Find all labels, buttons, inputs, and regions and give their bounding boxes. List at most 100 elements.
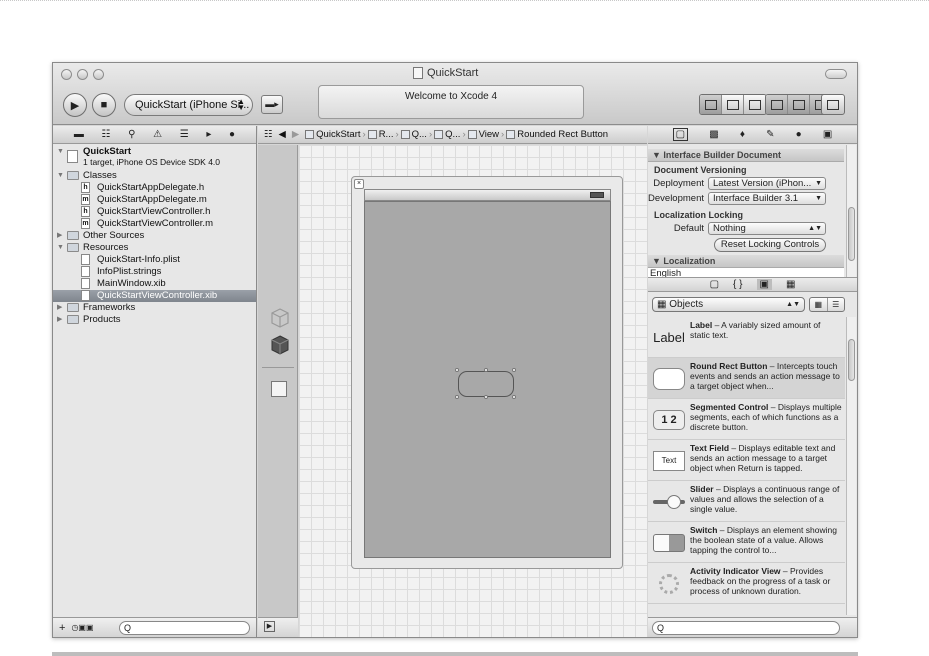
resize-handle[interactable] [512,368,516,372]
localization-section[interactable]: ▼ Localization [648,255,844,268]
inspector-scroll-thumb[interactable] [848,207,855,261]
list-view-button[interactable]: ☰ [828,298,845,311]
file-templates-icon[interactable]: ▢ [710,279,719,290]
identity-inspector-icon[interactable]: ♦ [740,129,745,140]
resize-handle[interactable] [512,395,516,399]
library-item[interactable]: 1 2 Segmented Control – Displays multiple… [648,399,845,440]
view-object-icon[interactable] [271,381,287,397]
file-row[interactable]: QuickStart-Info.plist [53,254,256,266]
library-item[interactable]: Switch – Displays an element showing the… [648,522,845,563]
file-row[interactable]: m QuickStartViewController.m [53,218,256,230]
toolbar-toggle-button[interactable] [825,69,847,79]
library-scrollbar[interactable] [846,317,856,615]
add-file-button[interactable]: + [59,622,65,634]
back-arrow-icon[interactable]: ◀ [279,129,286,140]
deployment-popup[interactable]: Latest Version (iPhon... ▼ [708,177,826,190]
object-library-icon[interactable]: ▣ [756,279,772,290]
resize-handle[interactable] [455,368,459,372]
library-item[interactable]: Text Text Field – Displays editable text … [648,440,845,481]
default-popup[interactable]: Nothing ▲▼ [708,222,826,235]
close-window-button[interactable] [61,69,72,80]
library-search-field[interactable]: Q [652,621,840,635]
library-item[interactable]: Slider – Displays a continuous range of … [648,481,845,522]
breadcrumb-item[interactable]: Q... [412,129,427,140]
search-icon[interactable]: ⚲ [128,129,135,140]
scheme-popup[interactable]: QuickStart (iPhone Si... ▲ ▼ [124,94,253,116]
folder-row[interactable]: ▼ Classes [53,170,256,182]
inspector-scrollbar[interactable] [846,145,856,277]
development-popup[interactable]: Interface Builder 3.1 ▼ [708,192,826,205]
library-item[interactable]: Label Label – A variably sized amount of … [648,317,845,358]
organizer-button[interactable] [822,95,844,114]
file-row[interactable]: h QuickStartAppDelegate.h [53,182,256,194]
list-icon[interactable]: ☰ [180,129,189,140]
file-row[interactable]: h QuickStartViewController.h [53,206,256,218]
disclosure-triangle-icon[interactable]: ▶ [57,314,62,326]
file-row[interactable]: MainWindow.xib [53,278,256,290]
files-owner-icon[interactable] [270,308,290,328]
resize-handle[interactable] [484,395,488,399]
navigator-search-field[interactable]: Q [119,621,250,635]
warning-icon[interactable]: ⚠ [153,129,162,140]
file-row[interactable]: InfoPlist.strings [53,266,256,278]
reset-locking-button[interactable]: Reset Locking Controls [714,238,826,252]
run-button[interactable]: ▶ [63,93,87,117]
icon-view-button[interactable]: ▦ [810,297,828,311]
disclosure-triangle-icon[interactable]: ▼ [57,170,64,182]
standard-editor-button[interactable] [700,95,722,114]
folder-row[interactable]: ▼ Resources [53,242,256,254]
breakpoints-button[interactable]: ▬▸ [261,95,283,114]
library-popup[interactable]: ▦ Objects ▲▼ [652,296,805,312]
library-item[interactable]: Round Rect Button – Intercepts touch eve… [648,358,845,399]
zoom-window-button[interactable] [93,69,104,80]
disclosure-triangle-icon[interactable]: ▼ [57,242,64,254]
page: QuickStart ▶ ■ QuickStart (iPhone Si... … [0,0,929,656]
version-editor-button[interactable] [744,95,766,114]
filter-options-icon[interactable]: ◷▣▣ [71,623,93,632]
breakpoint-icon[interactable]: ▸ [206,129,211,140]
view-controller-frame[interactable]: × [351,176,623,569]
minimize-window-button[interactable] [77,69,88,80]
rounded-rect-button[interactable] [458,371,514,397]
quick-help-icon[interactable]: ▩ [709,129,718,140]
forward-arrow-icon[interactable]: ▶ [292,129,299,140]
first-responder-icon[interactable] [270,335,290,355]
resize-handle[interactable] [455,395,459,399]
connections-inspector-icon[interactable]: ▣ [823,129,832,140]
breadcrumb-item[interactable]: Rounded Rect Button [517,129,608,140]
file-row[interactable]: m QuickStartAppDelegate.m [53,194,256,206]
library-scroll-thumb[interactable] [848,339,855,381]
related-items-icon[interactable]: ☷ [264,129,273,140]
close-view-icon[interactable]: × [354,179,364,189]
folder-row[interactable]: ▶ Frameworks [53,302,256,314]
attributes-inspector-icon[interactable]: ✎ [766,129,774,140]
main-view[interactable] [364,201,611,558]
hierarchy-icon[interactable]: ☷ [101,129,110,140]
breadcrumb-item[interactable]: QuickStart [316,129,360,140]
assistant-editor-button[interactable] [722,95,744,114]
disclosure-triangle-icon[interactable]: ▼ [57,146,64,157]
stop-button[interactable]: ■ [92,93,116,117]
library-item[interactable]: Activity Indicator View – Provides feedb… [648,563,845,604]
code-snippets-icon[interactable]: { } [733,279,742,290]
ib-document-section[interactable]: ▼ Interface Builder Document [648,149,844,162]
breadcrumb-item[interactable]: R... [379,129,394,140]
localization-list-item[interactable]: English [648,268,844,277]
resize-handle[interactable] [484,368,488,372]
toggle-debug-button[interactable] [788,95,810,114]
folder-row[interactable]: ▶ Products [53,314,256,326]
file-inspector-icon[interactable]: ▢ [672,128,689,141]
breadcrumb-item[interactable]: View [479,129,499,140]
disclosure-triangle-icon[interactable]: ▶ [57,302,62,314]
dock-toggle-icon[interactable]: ▶ [264,621,275,632]
project-row[interactable]: ▼ QuickStart 1 target, iPhone OS Device … [53,146,256,170]
file-row[interactable]: QuickStartViewController.xib [53,290,256,302]
log-icon[interactable]: ● [229,129,235,140]
folder-row[interactable]: ▶ Other Sources [53,230,256,242]
media-library-icon[interactable]: ▦ [786,279,795,290]
toggle-navigator-button[interactable] [766,95,788,114]
disclosure-triangle-icon[interactable]: ▶ [57,230,62,242]
breadcrumb-item[interactable]: Q... [445,129,460,140]
size-inspector-icon[interactable]: ● [796,129,802,140]
folder-icon[interactable]: ▬ [74,129,84,140]
